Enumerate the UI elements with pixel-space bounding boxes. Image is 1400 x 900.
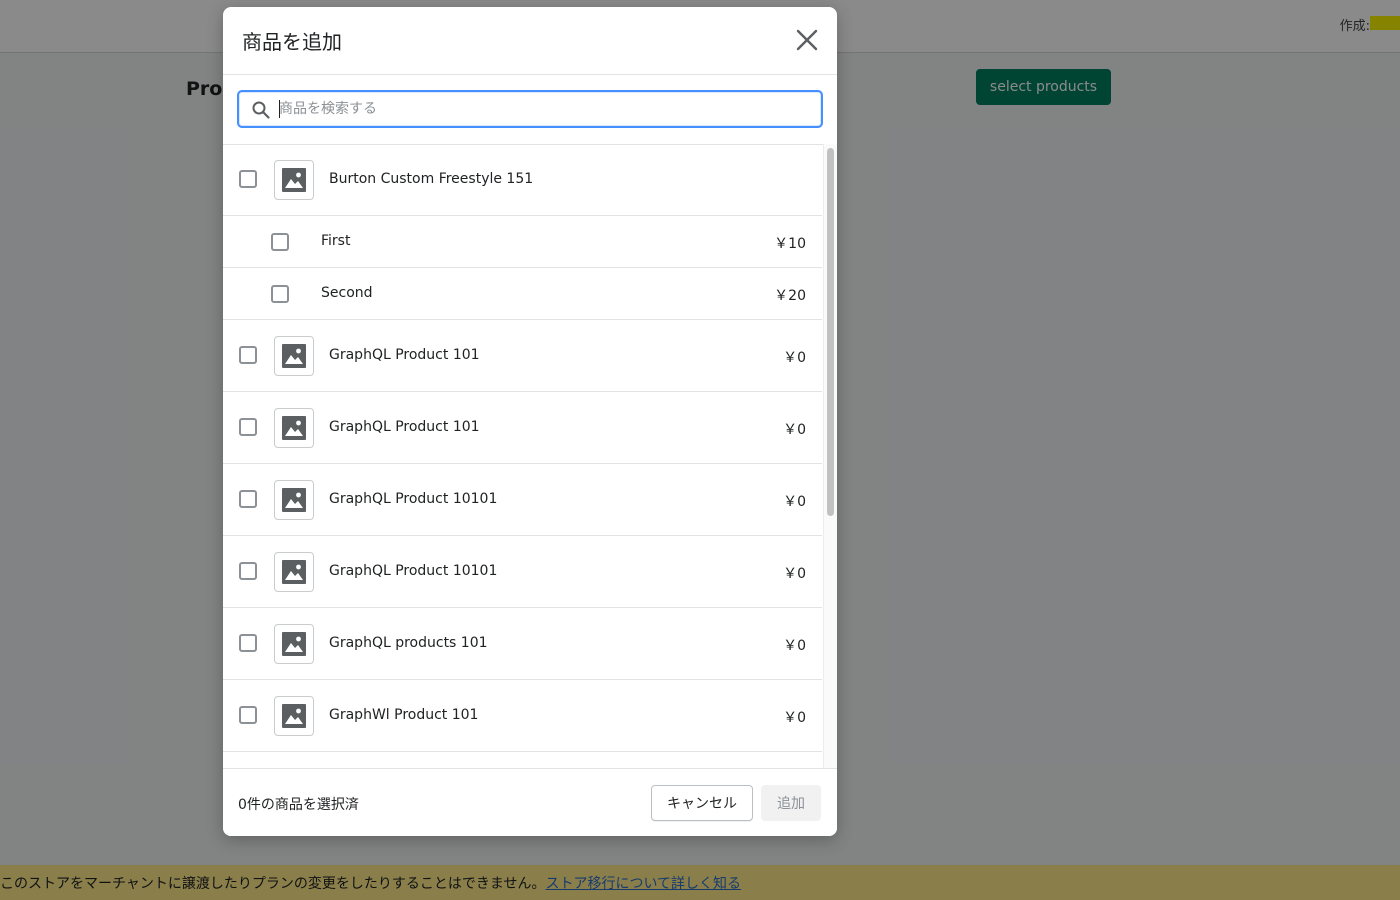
product-thumbnail: [274, 336, 314, 376]
modal-header: 商品を追加: [223, 7, 837, 75]
cancel-button[interactable]: キャンセル: [651, 785, 753, 821]
search-input[interactable]: [279, 96, 799, 122]
product-row[interactable]: Burton Custom Freestyle 151: [223, 144, 822, 216]
product-thumbnail: [274, 480, 314, 520]
list-scrollbar[interactable]: [823, 144, 837, 768]
product-price: ￥0: [783, 638, 806, 654]
product-price: ￥0: [783, 566, 806, 582]
product-name: GraphQL products 101: [329, 635, 488, 651]
search-box[interactable]: [237, 90, 823, 128]
product-thumbnail: [274, 624, 314, 664]
selected-count: 0件の商品を選択済: [238, 797, 359, 813]
variant-price: ￥10: [774, 236, 806, 252]
product-thumbnail: [274, 696, 314, 736]
search-icon: [252, 101, 270, 119]
product-row[interactable]: GraphQL Product 101 ￥0: [223, 392, 822, 464]
product-checkbox[interactable]: [239, 418, 257, 436]
product-row[interactable]: GraphQL products 101 ￥0: [223, 608, 822, 680]
close-button[interactable]: [793, 26, 821, 54]
variant-name: First: [321, 233, 351, 249]
product-price: ￥0: [783, 494, 806, 510]
variant-checkbox[interactable]: [271, 233, 289, 251]
product-row[interactable]: GraphQL Product 101 ￥0: [223, 320, 822, 392]
product-checkbox[interactable]: [239, 562, 257, 580]
search-area: [223, 75, 837, 145]
image-placeholder-icon: [282, 168, 306, 192]
product-name: GraphQL Product 101: [329, 347, 480, 363]
product-row[interactable]: [223, 752, 822, 768]
image-placeholder-icon: [282, 416, 306, 440]
product-checkbox[interactable]: [239, 490, 257, 508]
variant-row[interactable]: Second ￥20: [223, 268, 822, 320]
product-price: ￥0: [783, 710, 806, 726]
product-price: ￥0: [783, 422, 806, 438]
modal-title: 商品を追加: [242, 30, 342, 54]
image-placeholder-icon: [282, 344, 306, 368]
product-thumbnail: [274, 552, 314, 592]
product-name: GraphQL Product 101: [329, 419, 480, 435]
image-placeholder-icon: [282, 704, 306, 728]
product-row[interactable]: GraphQL Product 10101 ￥0: [223, 464, 822, 536]
product-price: ￥0: [783, 350, 806, 366]
variant-row[interactable]: First ￥10: [223, 216, 822, 268]
product-checkbox[interactable]: [239, 634, 257, 652]
image-placeholder-icon: [282, 632, 306, 656]
text-caret: [279, 100, 280, 118]
add-button[interactable]: 追加: [761, 785, 821, 821]
product-name: Burton Custom Freestyle 151: [329, 171, 534, 187]
close-icon: [796, 29, 818, 51]
product-checkbox[interactable]: [239, 346, 257, 364]
variant-name: Second: [321, 285, 373, 301]
product-checkbox[interactable]: [239, 170, 257, 188]
product-name: GraphWl Product 101: [329, 707, 479, 723]
variant-checkbox[interactable]: [271, 285, 289, 303]
product-row[interactable]: GraphQL Product 10101 ￥0: [223, 536, 822, 608]
image-placeholder-icon: [282, 560, 306, 584]
product-thumbnail: [274, 408, 314, 448]
product-checkbox[interactable]: [239, 706, 257, 724]
product-name: GraphQL Product 10101: [329, 563, 498, 579]
product-thumbnail: [274, 160, 314, 200]
add-products-modal: 商品を追加 Burton Custom Freestyle 151 First ￥1…: [223, 7, 837, 836]
product-row[interactable]: GraphWl Product 101 ￥0: [223, 680, 822, 752]
modal-footer: 0件の商品を選択済 キャンセル 追加: [223, 768, 837, 836]
image-placeholder-icon: [282, 488, 306, 512]
product-list: Burton Custom Freestyle 151 First ￥10 Secon…: [223, 144, 837, 768]
scrollbar-thumb[interactable]: [827, 148, 834, 516]
product-name: GraphQL Product 10101: [329, 491, 498, 507]
variant-price: ￥20: [774, 288, 806, 304]
